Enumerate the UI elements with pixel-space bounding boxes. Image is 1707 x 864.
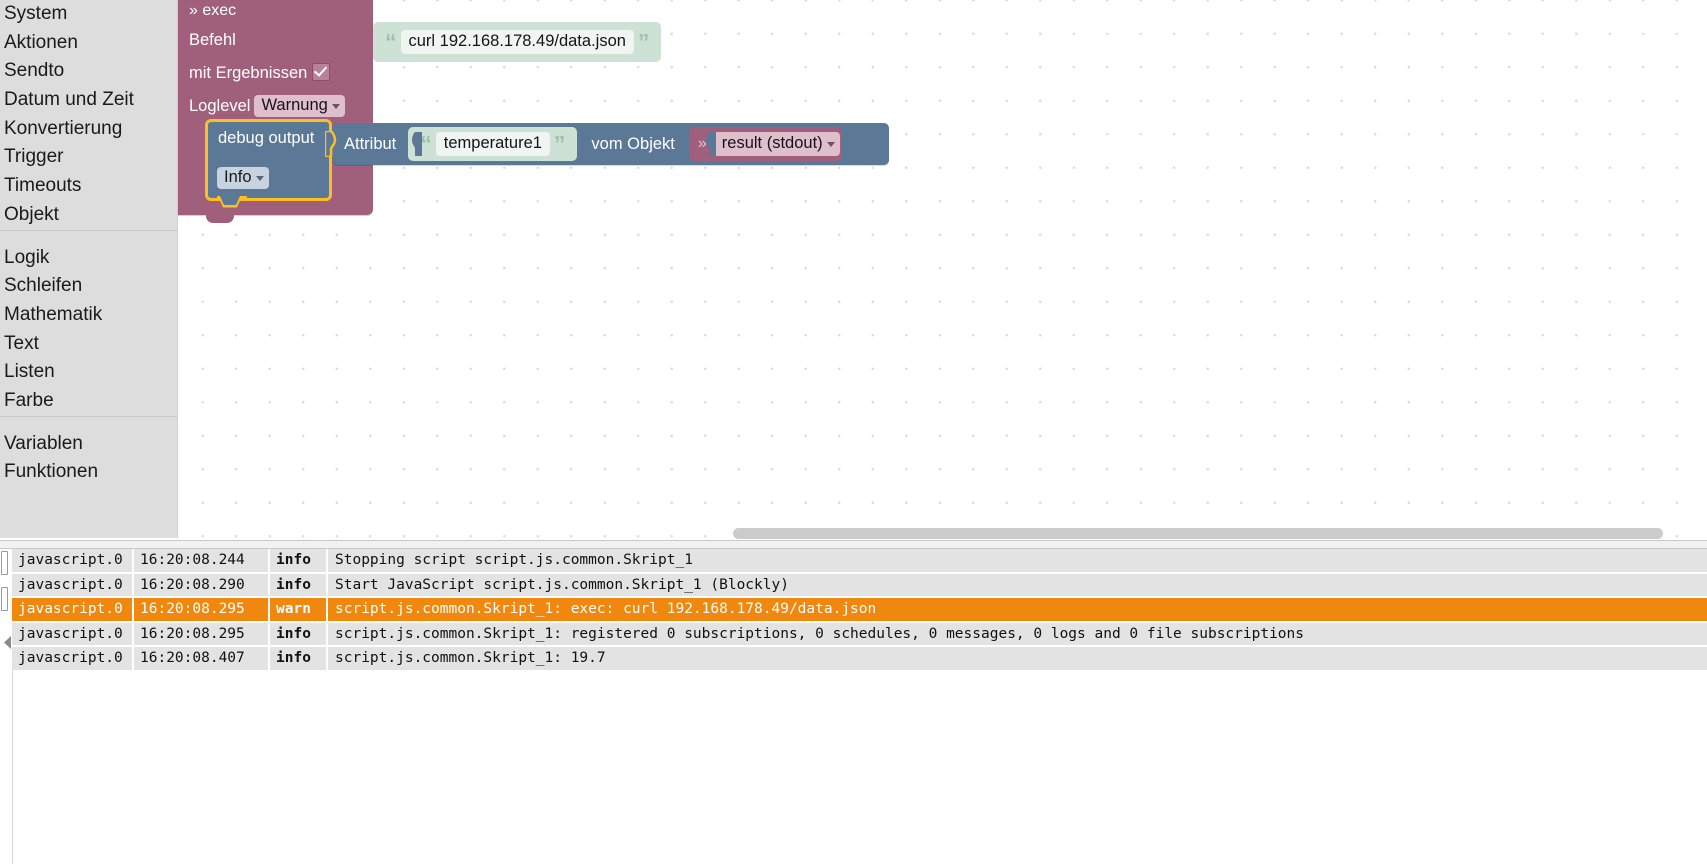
gutter-collapse-icon[interactable] [0, 636, 11, 649]
block-exec-with-results-label: mit Ergebnissen [189, 64, 308, 82]
log-panel: javascript.0 16:20:08.244 info Stopping … [0, 549, 1707, 864]
log-time: 16:20:08.244 [134, 549, 270, 572]
log-message: script.js.common.Skript_1: exec: curl 19… [335, 601, 877, 618]
log-message: Stopping script script.js.common.Skript_… [335, 552, 693, 568]
block-exec-command-label: Befehl [189, 31, 236, 49]
from-object-label: vom Objekt [591, 134, 675, 153]
log-source: javascript.0 [12, 647, 134, 670]
block-command-text[interactable]: “ curl 192.168.178.49/data.json ” [373, 22, 662, 61]
log-time: 16:20:08.290 [134, 573, 270, 597]
command-text-field[interactable]: curl 192.168.178.49/data.json [400, 29, 634, 54]
log-severity: info [270, 549, 328, 572]
log-time: 16:20:08.407 [134, 647, 270, 670]
debug-output-label: debug output [218, 129, 315, 147]
log-message: script.js.common.Skript_1: 19.7 [335, 650, 606, 667]
with-results-checkbox[interactable] [312, 63, 331, 81]
object-socket-icon [706, 132, 716, 156]
debug-block-bottom-notch-icon [217, 196, 247, 208]
log-rows: javascript.0 16:20:08.244 info Stopping … [12, 549, 1707, 670]
attribute-text-socket-icon [412, 132, 422, 156]
log-time: 16:20:08.295 [134, 598, 270, 621]
debug-value-socket-icon [325, 131, 337, 157]
log-severity: info [270, 573, 328, 597]
block-exec-with-results-row: mit Ergebnissen [189, 63, 331, 83]
log-source: javascript.0 [12, 549, 134, 572]
log-time: 16:20:08.295 [134, 622, 270, 646]
block-exec-title: » exec [189, 2, 237, 19]
attribute-label: Attribut [344, 134, 397, 153]
log-source: javascript.0 [12, 622, 134, 646]
table-row[interactable]: javascript.0 16:20:08.407 info script.js… [12, 647, 1707, 670]
object-id-dropdown[interactable]: result (stdout) [712, 132, 840, 156]
log-severity: info [270, 622, 328, 646]
table-row[interactable]: javascript.0 16:20:08.290 info Start Jav… [12, 573, 1707, 597]
log-message: script.js.common.Skript_1: registered 0 … [335, 625, 1305, 642]
table-row[interactable]: javascript.0 16:20:08.295 info script.js… [12, 622, 1707, 646]
log-severity: warn [270, 598, 328, 621]
log-source: javascript.0 [12, 598, 134, 621]
gutter-handle-top[interactable] [1, 551, 8, 575]
table-row[interactable]: javascript.0 16:20:08.244 info Stopping … [12, 549, 1707, 572]
block-debug-output[interactable]: debug output Info [205, 119, 332, 201]
log-message: Start JavaScript script.js.common.Skript… [335, 576, 789, 593]
blockly-editor: System Aktionen Sendto Datum und Zeit Ko… [0, 0, 1707, 549]
block-exec-loglevel-row: Loglevel Warnung [189, 95, 345, 117]
blocks-layer: » exec Befehl mit Ergebnissen Loglevel Wa… [0, 0, 1707, 549]
block-exec-bottom-notch [206, 214, 234, 223]
log-gutter [0, 549, 12, 864]
block-exec-loglevel-label: Loglevel [189, 97, 251, 115]
block-attribute-text[interactable]: “ temperature1 ” [408, 127, 578, 161]
workspace-horizontal-scrollbar[interactable] [733, 528, 1663, 539]
gutter-handle-middle[interactable] [1, 587, 8, 611]
log-source: javascript.0 [12, 573, 134, 597]
panel-splitter[interactable] [0, 540, 1707, 549]
table-row[interactable]: javascript.0 16:20:08.295 warn script.js… [12, 598, 1707, 621]
attribute-text-field[interactable]: temperature1 [435, 132, 550, 156]
blockly-script-editor-app: System Aktionen Sendto Datum und Zeit Ko… [0, 0, 1707, 864]
loglevel-dropdown[interactable]: Warnung [254, 95, 345, 117]
log-severity: info [270, 647, 328, 670]
debug-severity-dropdown[interactable]: Info [217, 167, 269, 189]
